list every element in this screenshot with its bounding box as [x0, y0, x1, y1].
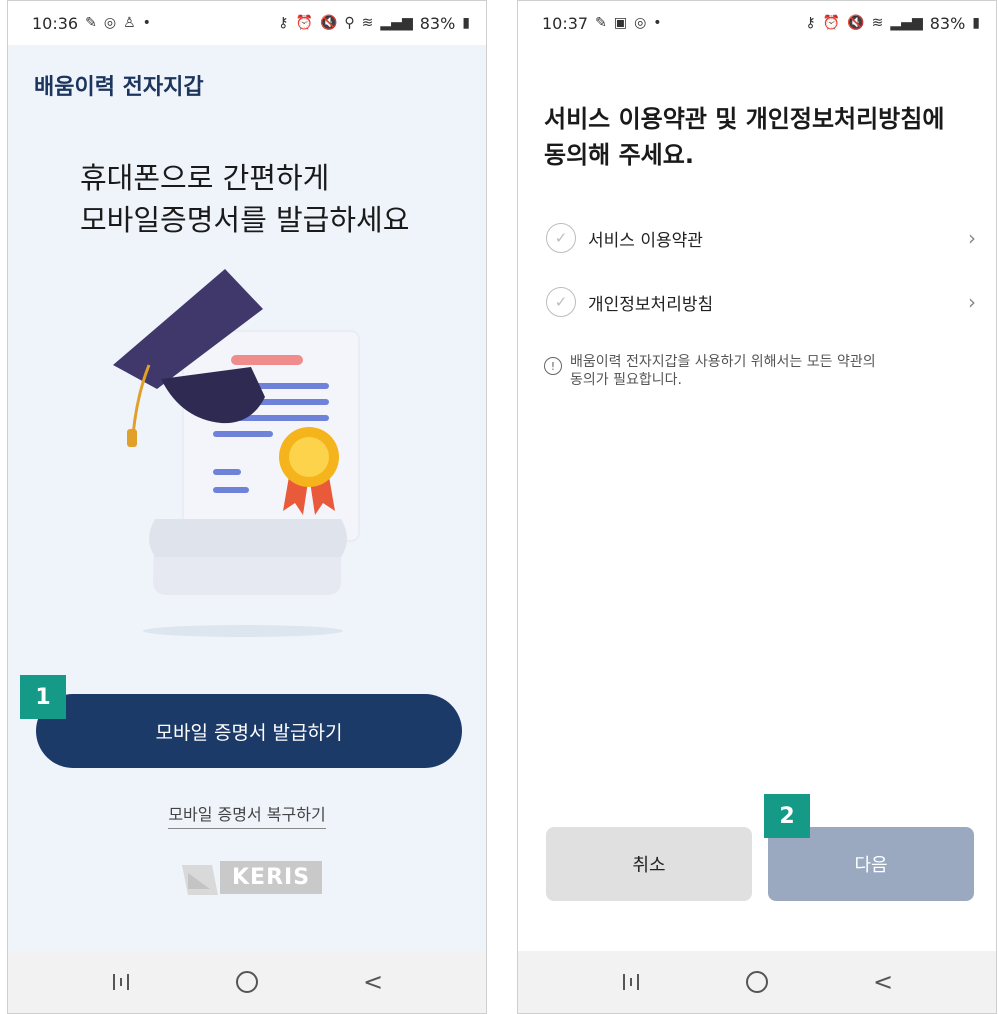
dot-icon: • [142, 15, 151, 31]
consent-notice: ! 배움이력 전자지갑을 사용하기 위해서는 모든 약관의 동의가 필요합니다. [544, 353, 964, 389]
term-row-privacy[interactable]: ✓ 개인정보처리방침 › [546, 282, 976, 322]
keris-logo: KERIS [182, 857, 323, 897]
home-icon [746, 971, 768, 993]
notice-line-2: 동의가 필요합니다. [570, 372, 682, 388]
alarm-icon: ⏰ [295, 15, 313, 31]
term-label: 서비스 이용약관 [588, 230, 703, 251]
back-icon: < [362, 968, 384, 996]
image-icon: ▣ [613, 15, 628, 31]
battery-icon: ▮ [462, 15, 470, 31]
battery-level: 83% [929, 13, 966, 33]
wifi-icon: ≋ [361, 15, 374, 31]
terms-title-line-2: 동의해 주세요. [544, 141, 694, 169]
headline-line-2: 모바일증명서를 발급하세요 [80, 203, 410, 237]
mute-icon: 🔇 [319, 15, 338, 31]
key-icon: ⚷ [278, 15, 289, 31]
issue-certificate-button[interactable]: 모바일 증명서 발급하기 [36, 694, 462, 768]
chevron-right-icon[interactable]: › [968, 226, 976, 250]
home-button[interactable] [217, 962, 277, 1002]
keris-logo-text: KERIS [220, 860, 323, 894]
notice-line-1: 배움이력 전자지갑을 사용하기 위해서는 모든 약관의 [570, 354, 876, 370]
info-icon: ! [544, 357, 562, 375]
system-nav-bar: < [8, 951, 486, 1013]
home-icon [236, 971, 258, 993]
term-label: 개인정보처리방침 [588, 294, 714, 315]
restore-link-label[interactable]: 모바일 증명서 복구하기 [168, 805, 326, 829]
pen-icon: ✎ [85, 15, 97, 31]
pen-icon: ✎ [595, 15, 607, 31]
target-icon: ◎ [103, 15, 117, 31]
alarm-icon: ⏰ [822, 15, 841, 31]
dot-icon: • [653, 15, 662, 31]
next-button[interactable]: 다음 [768, 827, 974, 901]
status-bar: 10:37 ✎ ▣ ◎ • ⚷ ⏰ 🔇 ≋ ▂▄▆ 83% ▮ [518, 1, 996, 45]
clock: 10:36 [32, 13, 79, 33]
signal-icon: ▂▄▆ [890, 15, 923, 31]
terms-title: 서비스 이용약관 및 개인정보처리방침에 동의해 주세요. [544, 101, 984, 173]
headline: 휴대폰으로 간편하게 모바일증명서를 발급하세요 [80, 157, 460, 241]
recents-button[interactable] [601, 962, 661, 1002]
location-icon: ⚲ [344, 15, 355, 31]
term-row-service[interactable]: ✓ 서비스 이용약관 › [546, 218, 976, 258]
app-title: 배움이력 전자지갑 [34, 75, 204, 100]
recents-button[interactable] [91, 962, 151, 1002]
target-icon: ◎ [634, 15, 647, 31]
recents-icon [113, 974, 129, 990]
recents-icon [623, 974, 639, 990]
mute-icon: 🔇 [847, 15, 865, 31]
restore-certificate-link[interactable]: 모바일 증명서 복구하기 [8, 801, 486, 829]
clock: 10:37 [542, 13, 589, 33]
key-icon: ⚷ [805, 15, 816, 31]
back-button[interactable]: < [343, 962, 403, 1002]
cancel-button[interactable]: 취소 [546, 827, 752, 901]
step-badge-2: 2 [764, 794, 810, 838]
phone-screen-2: 10:37 ✎ ▣ ◎ • ⚷ ⏰ 🔇 ≋ ▂▄▆ 83% ▮ 서비스 이용약관… [517, 0, 997, 1014]
battery-level: 83% [419, 13, 456, 33]
battery-icon: ▮ [972, 15, 980, 31]
home-button[interactable] [727, 962, 787, 1002]
chevron-right-icon[interactable]: › [968, 290, 976, 314]
status-bar: 10:36 ✎ ◎ ♙ • ⚷ ⏰ 🔇 ⚲ ≋ ▂▄▆ 83% ▮ [8, 1, 486, 45]
phone-screen-1: 10:36 ✎ ◎ ♙ • ⚷ ⏰ 🔇 ⚲ ≋ ▂▄▆ 83% ▮ 배움이력 전… [7, 0, 487, 1014]
back-icon: < [872, 968, 894, 996]
wifi-icon: ≋ [871, 15, 884, 31]
back-button[interactable]: < [853, 962, 913, 1002]
check-icon[interactable]: ✓ [546, 223, 576, 253]
step-badge-1: 1 [20, 675, 66, 719]
keris-logo-mark [182, 865, 218, 895]
system-nav-bar: < [518, 951, 996, 1013]
headline-line-1: 휴대폰으로 간편하게 [80, 161, 330, 195]
signal-icon: ▂▄▆ [380, 15, 413, 31]
diploma-illustration [113, 269, 360, 637]
terms-title-line-1: 서비스 이용약관 및 개인정보처리방침에 [544, 105, 945, 133]
check-icon[interactable]: ✓ [546, 287, 576, 317]
person-icon: ♙ [123, 15, 136, 31]
